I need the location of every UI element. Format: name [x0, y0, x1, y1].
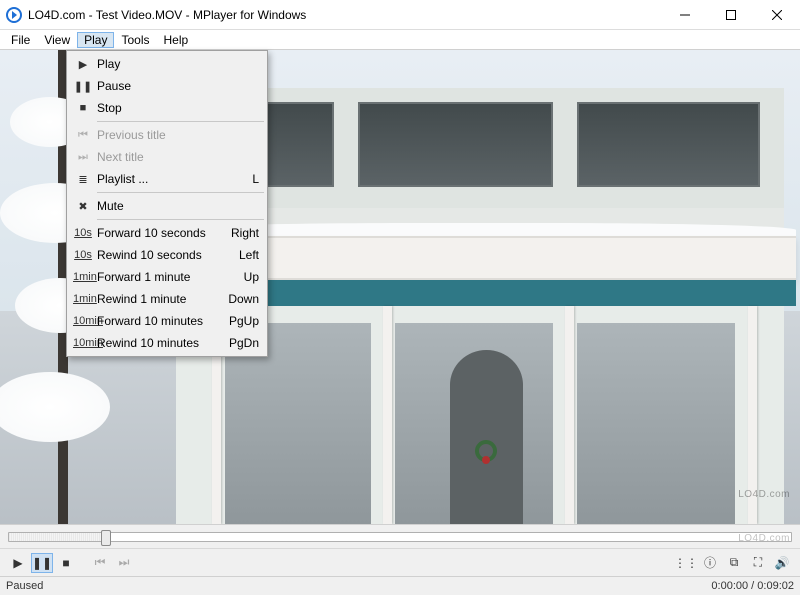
forward-10-seconds-icon: 10s: [73, 229, 93, 237]
seek-progress: [9, 533, 106, 541]
rewind-1-minute-icon: 1min: [73, 295, 93, 303]
menuitem-label: Rewind 1 minute: [93, 292, 220, 306]
volume-button[interactable]: 🔊: [771, 553, 793, 573]
play-icon: ▶: [73, 58, 93, 71]
playlist-button[interactable]: ⋮⋮: [675, 553, 697, 573]
menuitem-label: Rewind 10 seconds: [93, 248, 231, 262]
menuitem-rewind-1-minute[interactable]: 1minRewind 1 minuteDown: [69, 288, 265, 310]
close-icon: [772, 10, 782, 20]
playlist-icon: ≣: [73, 173, 93, 186]
mute-icon: ✖: [73, 200, 93, 213]
menuitem-rewind-10-minutes[interactable]: 10minRewind 10 minutesPgDn: [69, 332, 265, 354]
close-button[interactable]: [754, 0, 800, 29]
menu-help[interactable]: Help: [157, 32, 196, 48]
menuitem-label: Pause: [93, 79, 259, 93]
previous-icon: ⏮: [95, 555, 106, 570]
menuitem-playlist[interactable]: ≣Playlist ...L: [69, 168, 265, 190]
menuitem-forward-10-minutes[interactable]: 10minForward 10 minutesPgUp: [69, 310, 265, 332]
next-button: ⏭: [113, 553, 135, 573]
stop-icon: ■: [73, 102, 93, 114]
menuitem-label: Playlist ...: [93, 172, 244, 186]
snapshot-button[interactable]: ⧉: [723, 553, 745, 573]
volume-icon: 🔊: [775, 556, 790, 570]
previous-title-icon: ⏮: [73, 129, 93, 142]
menuitem-shortcut: Right: [223, 226, 259, 240]
info-button[interactable]: ⓘ: [699, 553, 721, 573]
menuitem-shortcut: Left: [231, 248, 259, 262]
title-bar: LO4D.com - Test Video.MOV - MPlayer for …: [0, 0, 800, 30]
window-controls: [662, 0, 800, 29]
menu-file[interactable]: File: [4, 32, 37, 48]
maximize-icon: [726, 10, 736, 20]
rewind-10-seconds-icon: 10s: [73, 251, 93, 259]
minimize-button[interactable]: [662, 0, 708, 29]
menu-bar: File View Play Tools Help: [0, 30, 800, 50]
playlist-icon: ⋮⋮: [674, 556, 698, 570]
status-time: 0:00:00 / 0:09:02: [711, 580, 794, 592]
forward-1-minute-icon: 1min: [73, 273, 93, 281]
next-title-icon: ⏭: [73, 151, 93, 164]
menuitem-forward-10-seconds[interactable]: 10sForward 10 secondsRight: [69, 222, 265, 244]
seek-thumb[interactable]: [101, 530, 111, 546]
control-bar: ▶ ❚❚ ■ ⏮ ⏭ ⋮⋮ ⓘ ⧉ ⛶ 🔊: [0, 548, 800, 576]
pause-icon: ❚❚: [73, 80, 93, 93]
stop-icon: ■: [62, 556, 69, 570]
menuitem-label: Stop: [93, 101, 259, 115]
menuitem-forward-1-minute[interactable]: 1minForward 1 minuteUp: [69, 266, 265, 288]
menuitem-rewind-10-seconds[interactable]: 10sRewind 10 secondsLeft: [69, 244, 265, 266]
menuitem-shortcut: L: [244, 172, 259, 186]
app-icon: [6, 7, 22, 23]
status-state: Paused: [6, 580, 711, 592]
menu-play[interactable]: Play: [77, 32, 114, 48]
menuitem-shortcut: PgUp: [221, 314, 259, 328]
maximize-button[interactable]: [708, 0, 754, 29]
menuitem-shortcut: PgDn: [221, 336, 259, 350]
menuitem-label: Forward 10 minutes: [93, 314, 221, 328]
menuitem-label: Next title: [93, 150, 259, 164]
menuitem-shortcut: Down: [220, 292, 259, 306]
status-bar: Paused 0:00:00 / 0:09:02: [0, 576, 800, 595]
play-button[interactable]: ▶: [7, 553, 29, 573]
snapshot-icon: ⧉: [730, 555, 739, 570]
menuitem-label: Mute: [93, 199, 259, 213]
menuitem-next-title: ⏭Next title: [69, 146, 265, 168]
play-dropdown-menu: ▶Play❚❚Pause■Stop⏮Previous title⏭Next ti…: [66, 50, 268, 357]
menuitem-label: Play: [93, 57, 259, 71]
fullscreen-button[interactable]: ⛶: [747, 553, 769, 573]
menuitem-label: Forward 1 minute: [93, 270, 236, 284]
fullscreen-icon: ⛶: [754, 555, 762, 570]
next-icon: ⏭: [119, 555, 130, 570]
menuitem-label: Rewind 10 minutes: [93, 336, 221, 350]
menuitem-label: Previous title: [93, 128, 259, 142]
menuitem-mute[interactable]: ✖Mute: [69, 195, 265, 217]
seek-track[interactable]: [8, 532, 792, 542]
menuitem-play[interactable]: ▶Play: [69, 53, 265, 75]
menu-tools[interactable]: Tools: [114, 32, 156, 48]
menuitem-label: Forward 10 seconds: [93, 226, 223, 240]
menuitem-previous-title: ⏮Previous title: [69, 124, 265, 146]
menuitem-shortcut: Up: [236, 270, 259, 284]
seek-bar: [0, 524, 800, 548]
previous-button: ⏮: [89, 553, 111, 573]
menuitem-pause[interactable]: ❚❚Pause: [69, 75, 265, 97]
window-title: LO4D.com - Test Video.MOV - MPlayer for …: [28, 8, 662, 22]
minimize-icon: [680, 10, 690, 20]
menu-view[interactable]: View: [37, 32, 77, 48]
play-icon: ▶: [13, 556, 22, 570]
pause-icon: ❚❚: [32, 556, 52, 570]
menuitem-stop[interactable]: ■Stop: [69, 97, 265, 119]
forward-10-minutes-icon: 10min: [73, 317, 93, 325]
pause-button[interactable]: ❚❚: [31, 553, 53, 573]
info-icon: ⓘ: [704, 554, 716, 571]
stop-button[interactable]: ■: [55, 553, 77, 573]
rewind-10-minutes-icon: 10min: [73, 339, 93, 347]
